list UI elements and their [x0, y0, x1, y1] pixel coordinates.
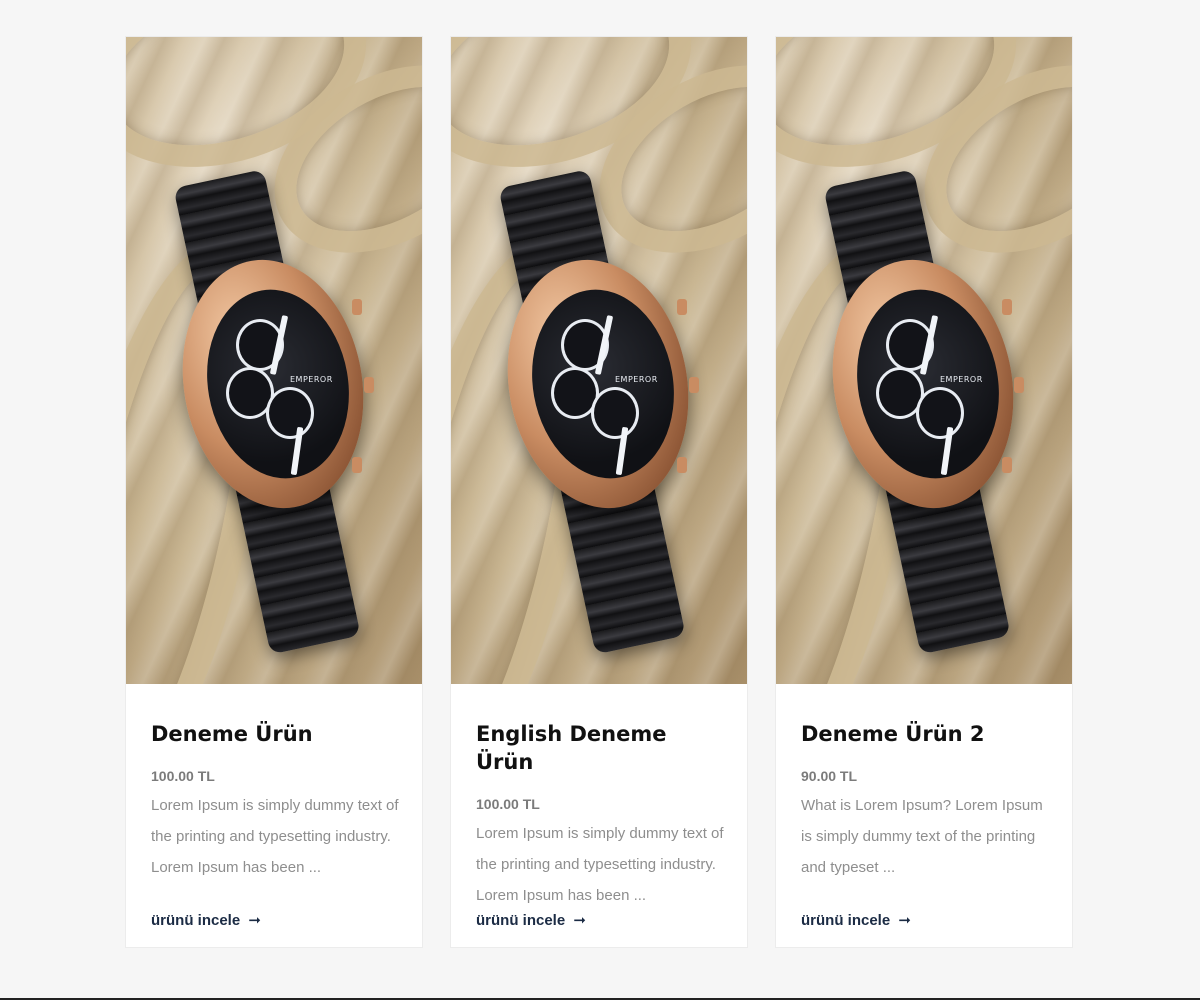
watch-crown: [689, 377, 699, 393]
view-product-link-label: ürünü incele: [476, 912, 566, 929]
view-product-link[interactable]: ürünü incele ➞: [151, 911, 261, 929]
product-price: 90.00 TL: [801, 768, 858, 784]
product-title[interactable]: English Deneme Ürün: [476, 720, 722, 776]
product-card-body: English Deneme Ürün 100.00 TL Lorem Ipsu…: [451, 684, 747, 947]
view-product-link-label: ürünü incele: [151, 912, 241, 929]
product-card[interactable]: EMPEROR English Deneme Ürün 100.00 TL Lo…: [450, 36, 748, 948]
product-description: Lorem Ipsum is simply dummy text of the …: [151, 797, 399, 876]
product-card-body: Deneme Ürün 100.00 TL Lorem Ipsum is sim…: [126, 684, 422, 947]
watch-brand-text: EMPEROR: [290, 375, 333, 384]
watch-crown: [677, 299, 687, 315]
view-product-link-label: ürünü incele: [801, 912, 891, 929]
watch-subdial: [591, 387, 639, 439]
watch-brand-text: EMPEROR: [615, 375, 658, 384]
watch-brand-text: EMPEROR: [940, 375, 983, 384]
product-image[interactable]: EMPEROR: [451, 37, 747, 684]
product-card[interactable]: EMPEROR Deneme Ürün 100.00 TL Lorem Ipsu…: [125, 36, 423, 948]
product-card-body: Deneme Ürün 2 90.00 TL What is Lorem Ips…: [776, 684, 1072, 947]
product-card[interactable]: EMPEROR Deneme Ürün 2 90.00 TL What is L…: [775, 36, 1073, 948]
product-grid-page: EMPEROR Deneme Ürün 100.00 TL Lorem Ipsu…: [0, 0, 1200, 1000]
watch-crown: [1014, 377, 1024, 393]
view-product-link[interactable]: ürünü incele ➞: [476, 911, 586, 929]
right-arrow-icon: ➞: [248, 912, 261, 929]
watch-crown: [677, 457, 687, 473]
watch-subdial: [916, 387, 964, 439]
watch-subdial: [266, 387, 314, 439]
product-title[interactable]: Deneme Ürün 2: [801, 720, 1047, 748]
watch-crown: [352, 457, 362, 473]
product-image[interactable]: EMPEROR: [776, 37, 1072, 684]
product-title[interactable]: Deneme Ürün: [151, 720, 397, 748]
watch-crown: [1002, 299, 1012, 315]
product-price: 100.00 TL: [151, 768, 215, 784]
product-description: Lorem Ipsum is simply dummy text of the …: [476, 825, 724, 904]
product-description: What is Lorem Ipsum? Lorem Ipsum is simp…: [801, 797, 1043, 876]
product-price: 100.00 TL: [476, 796, 540, 812]
product-grid: EMPEROR Deneme Ürün 100.00 TL Lorem Ipsu…: [125, 36, 1073, 948]
product-image[interactable]: EMPEROR: [126, 37, 422, 684]
watch-crown: [352, 299, 362, 315]
right-arrow-icon: ➞: [573, 912, 586, 929]
watch-crown: [364, 377, 374, 393]
view-product-link[interactable]: ürünü incele ➞: [801, 911, 911, 929]
right-arrow-icon: ➞: [898, 912, 911, 929]
watch-crown: [1002, 457, 1012, 473]
